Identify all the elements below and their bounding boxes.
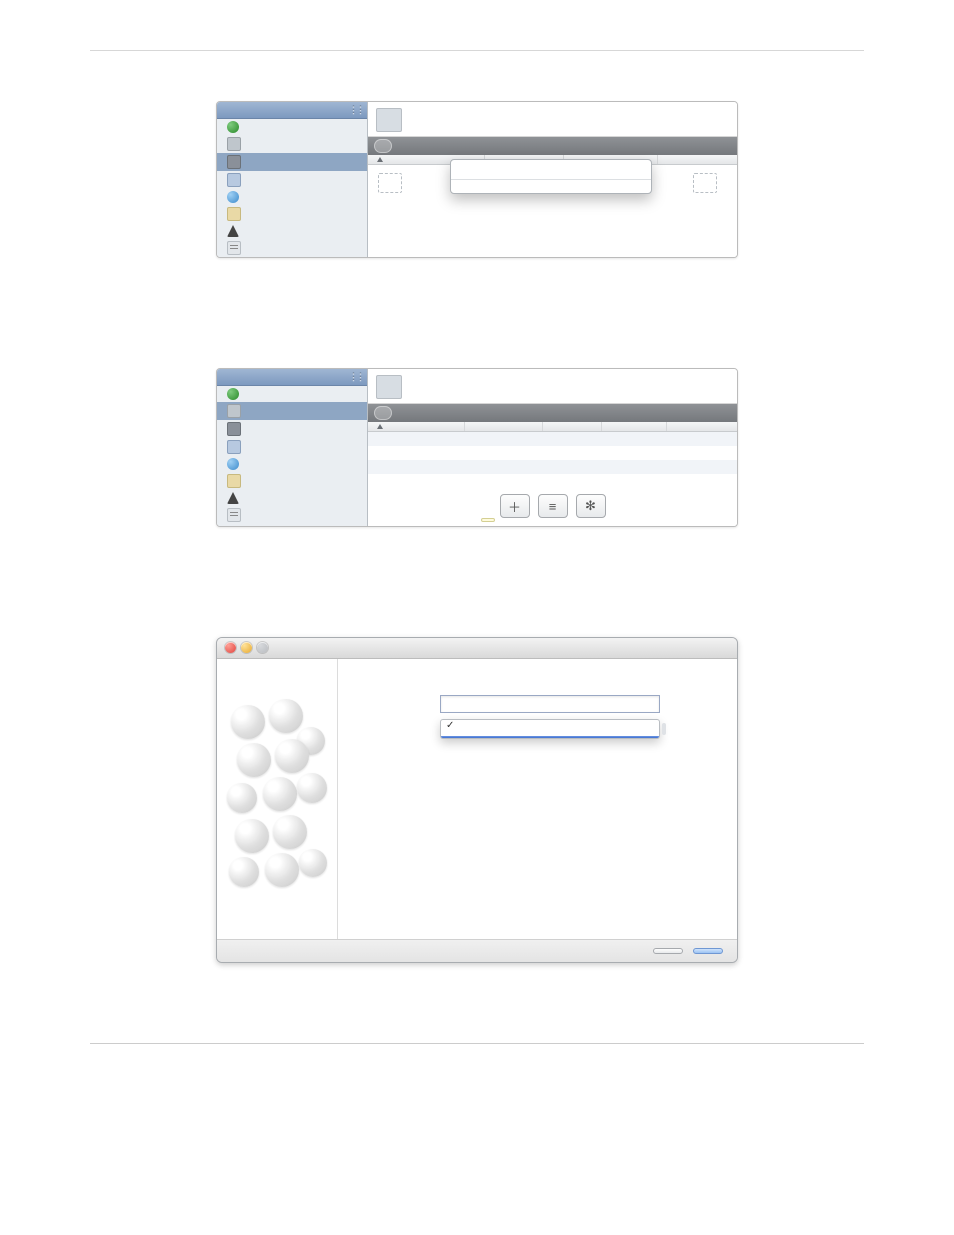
sidebar-item-file-management[interactable] [217, 472, 367, 490]
volume-icon [227, 404, 241, 418]
volumes-filter-bar [368, 404, 737, 422]
menu-edit-notifications[interactable] [451, 183, 651, 189]
volumes-toolbar: ＋ ≡ ✻ [368, 488, 737, 526]
action-menu-button[interactable]: ✻ [576, 494, 606, 518]
adjust-button[interactable]: ≡ [538, 494, 568, 518]
sidebar [217, 369, 368, 526]
col-name[interactable] [368, 422, 465, 431]
computer-icon [227, 440, 241, 454]
sort-asc-icon [377, 157, 383, 162]
filter-all-pill[interactable] [374, 139, 392, 153]
lun-icon [227, 422, 241, 436]
sliders-icon: ≡ [549, 499, 557, 514]
col-available[interactable] [602, 422, 667, 431]
luns-filter-bar [368, 137, 737, 155]
col-size[interactable] [543, 422, 601, 431]
sidebar-item-computers[interactable] [217, 171, 367, 189]
sidebar-item-overview[interactable] [217, 119, 367, 135]
mount-icon [227, 458, 239, 470]
volumes-column-headers [368, 422, 737, 432]
continue-button[interactable] [693, 948, 723, 954]
volume-name-label [356, 695, 434, 698]
folder-icon [227, 474, 241, 488]
dropdown-scrollbar[interactable] [662, 723, 666, 735]
luns-header-icon [376, 108, 402, 132]
luns-main [368, 102, 737, 257]
sidebar-item-computers[interactable] [217, 438, 367, 456]
col-percent-used[interactable] [667, 422, 737, 431]
window-controls [225, 642, 268, 653]
sidebar-item-mounts[interactable] [217, 456, 367, 472]
volume-name-input[interactable] [440, 695, 660, 713]
volume-type-label [356, 719, 434, 722]
sidebar-item-overview[interactable] [217, 386, 367, 402]
sidebar-item-luns[interactable] [217, 153, 367, 171]
mount-icon [227, 191, 239, 203]
lun-placeholder-icon [693, 173, 717, 193]
serial-icon [227, 508, 241, 522]
go-back-button[interactable] [653, 948, 683, 954]
sidebar-item-serial-numbers[interactable] [217, 506, 367, 524]
minimize-icon[interactable] [241, 642, 252, 653]
san-setup-window [216, 637, 738, 963]
quota-icon [227, 225, 239, 237]
sort-asc-icon [377, 424, 383, 429]
sidebar-item-volumes[interactable] [217, 402, 367, 420]
lun-context-menu [450, 159, 652, 194]
sidebar-header [217, 369, 367, 386]
close-icon[interactable] [225, 642, 236, 653]
sidebar-item-quotas[interactable] [217, 490, 367, 506]
volumes-header-icon [376, 375, 402, 399]
lun-icon [227, 155, 241, 169]
volume-type-dropdown[interactable] [440, 719, 660, 739]
col-volume[interactable] [658, 155, 737, 164]
volumes-grid[interactable] [368, 432, 737, 488]
luns-grid[interactable] [368, 165, 737, 219]
assistant-footer [217, 939, 737, 962]
sidebar [217, 102, 368, 257]
sidebar-item-serial-numbers[interactable] [217, 239, 367, 257]
add-volume-button[interactable]: ＋ [500, 494, 530, 518]
quota-icon [227, 492, 239, 504]
menu-remove-lun-label [451, 170, 651, 176]
assistant-graphic [217, 659, 338, 939]
tooltip-add-volume [481, 518, 495, 522]
folder-icon [227, 207, 241, 221]
sidebar-item-volumes[interactable] [217, 135, 367, 153]
computer-icon [227, 173, 241, 187]
sidebar-item-quotas[interactable] [217, 223, 367, 239]
lun-placeholder-icon [378, 173, 402, 193]
col-hosted-by[interactable] [465, 422, 543, 431]
sidebar-header [217, 102, 367, 119]
sidebar-item-mounts[interactable] [217, 189, 367, 205]
sidebar-item-file-management[interactable] [217, 205, 367, 223]
serial-icon [227, 241, 241, 255]
volume-type-option[interactable] [441, 736, 659, 738]
gear-icon: ✻ [585, 498, 596, 514]
assistant-content [338, 659, 737, 939]
filter-all-pill[interactable] [374, 406, 392, 420]
xsan-luns-window [216, 101, 738, 258]
overview-icon [227, 121, 239, 133]
xsan-volumes-window: ＋ ≡ ✻ [216, 368, 738, 527]
volumes-main: ＋ ≡ ✻ [368, 369, 737, 526]
sidebar-item-luns[interactable] [217, 420, 367, 438]
window-titlebar[interactable] [217, 638, 737, 659]
plus-icon: ＋ [508, 497, 521, 516]
overview-icon [227, 388, 239, 400]
zoom-icon[interactable] [257, 642, 268, 653]
volume-icon [227, 137, 241, 151]
